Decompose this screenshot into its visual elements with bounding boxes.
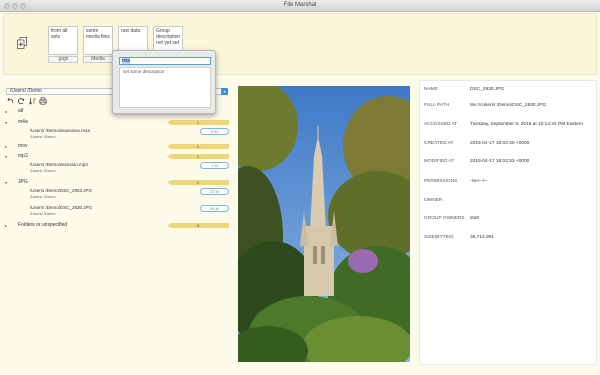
info-key: NAME — [424, 87, 438, 92]
info-value: DSC_2930.JPG — [470, 87, 505, 92]
info-value: 2015-04-17 18:02:40 +0000 — [470, 141, 530, 146]
file-path[interactable]: /Users/ /Demo/assesion.mp3 — [30, 162, 88, 167]
file-dir: /Users/ /Demo — [30, 134, 56, 139]
set-name-input[interactable]: mia — [119, 57, 211, 65]
tree-group-m4a[interactable]: ▾ m4a 1 — [3, 119, 229, 126]
collapse-triangle-icon[interactable]: ▾ — [5, 153, 7, 160]
info-key: FULL PATH — [424, 103, 449, 108]
back-arrow-icon[interactable] — [6, 97, 14, 105]
file-dir: /Users/ /Demo — [30, 194, 56, 199]
set-card-media[interactable]: some media files Media — [83, 26, 113, 76]
info-key: GROUP OWNERS — [424, 216, 465, 221]
preview-panel — [232, 80, 416, 365]
file-path[interactable]: /Users/ /Demo/DSC_2903.JPG — [30, 188, 92, 193]
info-key: SIZE(BYTES) — [424, 235, 454, 240]
group-label: Folders or unspecified — [18, 222, 68, 228]
file-path[interactable]: /Users/ /Demo/DSC_2930.JPG — [30, 205, 92, 210]
window-title: File Marshal — [283, 2, 317, 8]
path-value: /Users/ /Demo — [10, 88, 42, 94]
set-label: .jpgs — [48, 56, 78, 63]
info-value: staff — [470, 216, 479, 221]
add-set-icon[interactable] — [17, 37, 27, 49]
sort-icon[interactable] — [28, 97, 36, 105]
set-edit-popover: mia set some description — [112, 50, 216, 114]
size-pill: 23 M — [200, 188, 229, 195]
count-tag: 1 — [167, 120, 229, 125]
file-dir: /Users/ /Demo — [30, 168, 56, 173]
collapse-triangle-icon[interactable]: ▾ — [5, 179, 7, 186]
group-label: m4a — [18, 119, 28, 125]
file-dir: /Users/ /Demo — [30, 211, 56, 216]
count-tag: 1 — [167, 154, 229, 159]
count-tag: 1 — [167, 144, 229, 149]
set-description: from all sets — [48, 26, 78, 55]
expand-triangle-icon[interactable]: ▸ — [5, 143, 7, 150]
size-pill: 1 M — [200, 162, 229, 169]
tree-group-folders[interactable]: ▸ Folders or unspecified 3 — [3, 222, 229, 229]
set-description: some media files — [83, 26, 113, 55]
chevron-down-icon[interactable]: ▾ — [221, 88, 228, 95]
size-pill: 36 M — [200, 205, 229, 212]
set-description-textarea[interactable]: set some description — [119, 67, 211, 108]
file-path[interactable]: /Users/ /Demo/assession.m4a — [30, 128, 90, 133]
info-value: Tuesday, September 8, 2015 at 10:14:34 P… — [470, 122, 584, 127]
count-tag: 2 — [167, 180, 229, 185]
refresh-icon[interactable] — [17, 97, 25, 105]
info-key: ACCESSED AT — [424, 122, 458, 127]
collapse-triangle-icon[interactable]: ▾ — [5, 119, 7, 126]
title-bar: File Marshal — [0, 0, 600, 12]
description-placeholder: set some description — [123, 69, 165, 74]
info-key: CREATED AT — [424, 141, 454, 146]
tree-group-mp3[interactable]: ▾ mp3 1 — [3, 153, 229, 160]
tree-group-mov[interactable]: ▸ mov 1 — [3, 143, 229, 150]
size-pill: 6 M — [200, 128, 229, 135]
info-value: 36,714,961 — [470, 235, 495, 240]
info-value: -rw-r--r-- — [470, 179, 488, 184]
info-value: 2015-04-17 18:02:53 +0000 — [470, 159, 530, 164]
sets-strip: from all sets .jpgs some media files Med… — [3, 13, 597, 75]
set-label: Media — [83, 56, 113, 63]
info-key: MODIFIED AT — [424, 159, 455, 164]
info-value: file:///Users/ /Demo/DSC_2930.JPG — [470, 103, 547, 108]
group-label: aif — [18, 108, 24, 114]
info-key: OWNER — [424, 198, 443, 203]
photo-preview — [238, 86, 410, 362]
print-icon[interactable] — [39, 97, 47, 105]
file-info-panel: NAME DSC_2930.JPG FULL PATH file:///User… — [419, 80, 597, 365]
group-label: mov — [18, 143, 28, 149]
count-tag: 3 — [167, 223, 229, 228]
file-tree-panel: /Users/ /Demo ▾ ▸ aif ▾ m4a 1 /Users/ /D… — [3, 80, 229, 365]
info-key: PERMISSIONS — [424, 179, 458, 184]
expand-triangle-icon[interactable]: ▸ — [5, 222, 7, 229]
group-label: JPG — [18, 179, 28, 185]
expand-triangle-icon[interactable]: ▸ — [5, 108, 7, 115]
set-card-jpgs[interactable]: from all sets .jpgs — [48, 26, 78, 76]
tree-group-jpg[interactable]: ▾ JPG 2 — [3, 179, 229, 186]
set-name-value: mia — [122, 58, 131, 64]
group-label: mp3 — [18, 153, 28, 159]
